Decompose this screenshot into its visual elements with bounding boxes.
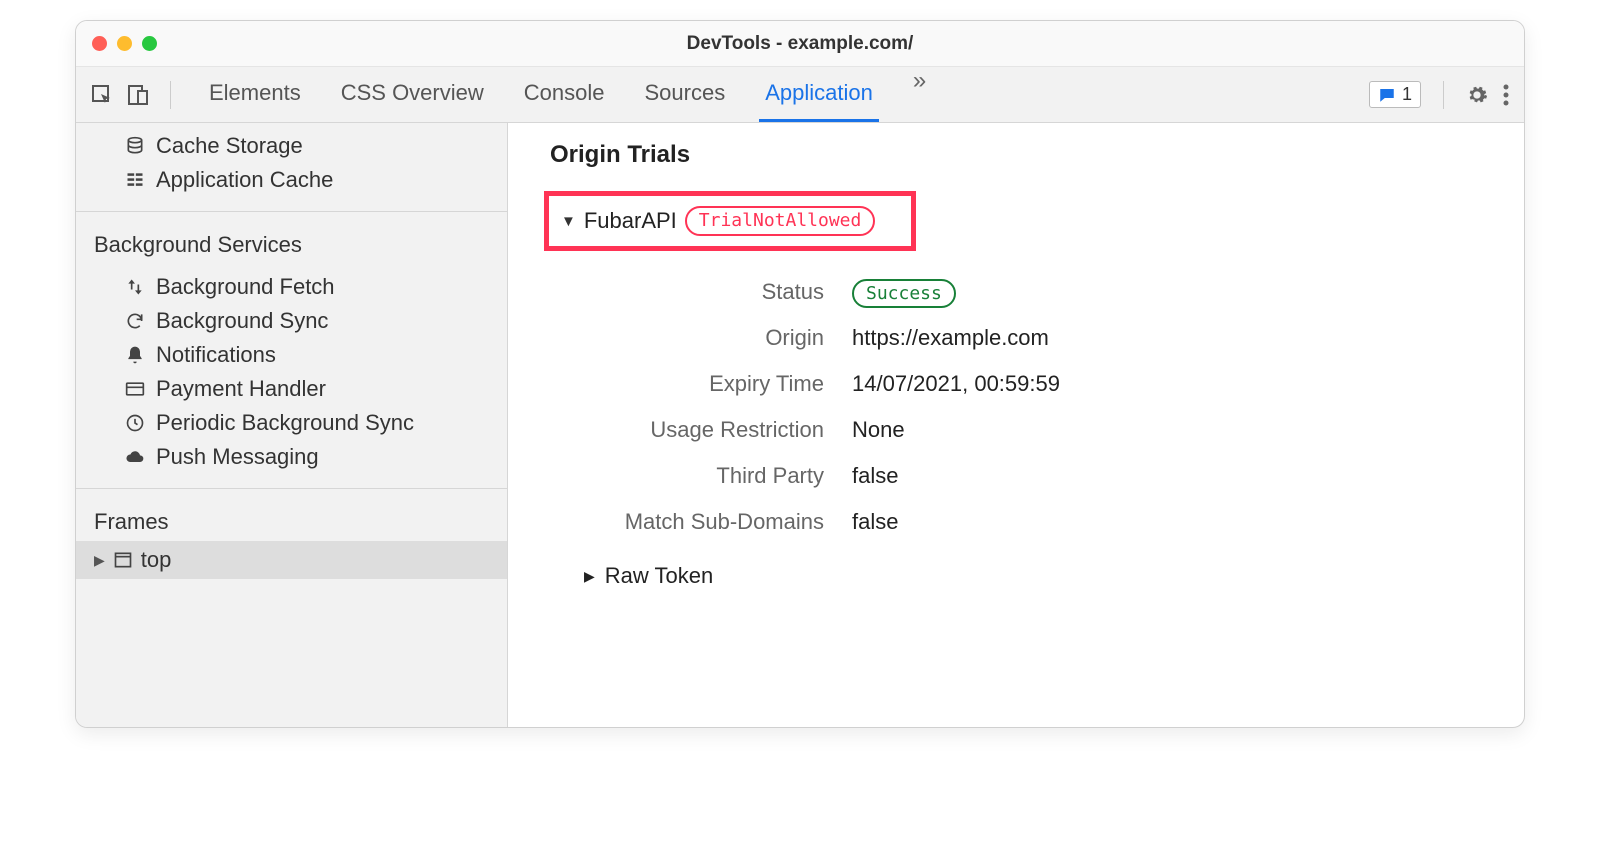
frame-label: top	[141, 547, 172, 573]
detail-key: Match Sub-Domains	[578, 499, 838, 545]
table-row: Usage Restriction None	[578, 407, 1074, 453]
detail-value: Success	[838, 269, 1074, 315]
detail-key: Expiry Time	[578, 361, 838, 407]
chevron-down-icon: ▼	[561, 213, 576, 230]
window-title: DevTools - example.com/	[76, 33, 1524, 55]
origin-trial-name: FubarAPI	[584, 208, 677, 234]
toolbar-divider	[1443, 81, 1444, 109]
tab-elements[interactable]: Elements	[203, 67, 307, 122]
devtools-tabs: Elements CSS Overview Console Sources Ap…	[203, 67, 932, 122]
toolbar-left	[90, 81, 179, 109]
sidebar-separator	[76, 488, 507, 489]
gear-icon[interactable]	[1466, 84, 1488, 106]
detail-key: Status	[578, 269, 838, 315]
card-icon	[124, 378, 146, 400]
minimize-window-button[interactable]	[117, 36, 132, 51]
sidebar-item-label: Application Cache	[156, 167, 333, 193]
detail-value: https://example.com	[838, 315, 1074, 361]
sidebar-separator	[76, 211, 507, 212]
status-badge: Success	[852, 279, 956, 308]
sync-icon	[124, 310, 146, 332]
toolbar-divider	[170, 81, 171, 109]
panel-heading: Origin Trials	[544, 141, 1488, 169]
cloud-icon	[124, 446, 146, 468]
tab-application[interactable]: Application	[759, 67, 879, 122]
sidebar-item-notifications[interactable]: Notifications	[76, 338, 507, 372]
inspect-element-icon[interactable]	[90, 83, 114, 107]
detail-key: Origin	[578, 315, 838, 361]
origin-trial-heading-highlighted[interactable]: ▼ FubarAPI TrialNotAllowed	[544, 191, 916, 251]
trial-status-badge: TrialNotAllowed	[685, 206, 876, 236]
maximize-window-button[interactable]	[142, 36, 157, 51]
sidebar-item-periodic-sync[interactable]: Periodic Background Sync	[76, 406, 507, 440]
sidebar-item-label: Background Sync	[156, 308, 328, 334]
device-toolbar-icon[interactable]	[126, 83, 150, 107]
grid-icon	[124, 169, 146, 191]
window-controls	[92, 36, 157, 51]
titlebar: DevTools - example.com/	[76, 21, 1524, 67]
sidebar-item-label: Background Fetch	[156, 274, 335, 300]
sidebar-item-cache-storage[interactable]: Cache Storage	[76, 129, 507, 163]
table-row: Origin https://example.com	[578, 315, 1074, 361]
sidebar-item-bg-fetch[interactable]: Background Fetch	[76, 270, 507, 304]
sidebar-frames-header: Frames	[76, 497, 507, 541]
trial-details-table: Status Success Origin https://example.co…	[578, 269, 1074, 545]
issues-count: 1	[1402, 84, 1412, 105]
detail-key: Usage Restriction	[578, 407, 838, 453]
toolbar-right: 1	[1369, 81, 1510, 109]
sidebar-item-application-cache[interactable]: Application Cache	[76, 163, 507, 197]
tab-console[interactable]: Console	[518, 67, 611, 122]
detail-key: Third Party	[578, 453, 838, 499]
sidebar: Cache Storage Application Cache Backgrou…	[76, 123, 508, 727]
sidebar-item-bg-sync[interactable]: Background Sync	[76, 304, 507, 338]
table-row: Status Success	[578, 269, 1074, 315]
sidebar-bg-group: Background Fetch Background Sync Notific…	[76, 264, 507, 480]
content-area: Cache Storage Application Cache Backgrou…	[76, 123, 1524, 727]
chat-icon	[1378, 86, 1396, 104]
tabs-overflow-icon[interactable]: »	[907, 67, 932, 122]
detail-value: false	[838, 453, 1074, 499]
main-panel: Origin Trials ▼ FubarAPI TrialNotAllowed…	[508, 123, 1524, 727]
tab-sources[interactable]: Sources	[638, 67, 731, 122]
detail-value: false	[838, 499, 1074, 545]
sidebar-item-payment-handler[interactable]: Payment Handler	[76, 372, 507, 406]
sidebar-bg-header: Background Services	[76, 220, 507, 264]
sidebar-item-label: Notifications	[156, 342, 276, 368]
sidebar-item-push-messaging[interactable]: Push Messaging	[76, 440, 507, 474]
sidebar-item-label: Periodic Background Sync	[156, 410, 414, 436]
devtools-toolbar: Elements CSS Overview Console Sources Ap…	[76, 67, 1524, 123]
sidebar-item-label: Cache Storage	[156, 133, 303, 159]
raw-token-toggle[interactable]: ▶ Raw Token	[584, 563, 1488, 589]
database-icon	[124, 135, 146, 157]
detail-value: 14/07/2021, 00:59:59	[838, 361, 1074, 407]
issues-button[interactable]: 1	[1369, 81, 1421, 108]
bell-icon	[124, 344, 146, 366]
window-icon	[113, 550, 133, 570]
chevron-right-icon: ▶	[94, 552, 105, 569]
sidebar-cache-group: Cache Storage Application Cache	[76, 123, 507, 203]
sidebar-item-label: Payment Handler	[156, 376, 326, 402]
table-row: Expiry Time 14/07/2021, 00:59:59	[578, 361, 1074, 407]
raw-token-label: Raw Token	[605, 563, 713, 589]
chevron-right-icon: ▶	[584, 568, 595, 585]
close-window-button[interactable]	[92, 36, 107, 51]
kebab-menu-icon[interactable]	[1502, 84, 1510, 106]
detail-value: None	[838, 407, 1074, 453]
table-row: Third Party false	[578, 453, 1074, 499]
sidebar-frame-top[interactable]: ▶ top	[76, 541, 507, 579]
devtools-window: DevTools - example.com/ Elements CSS Ove…	[75, 20, 1525, 728]
sidebar-item-label: Push Messaging	[156, 444, 319, 470]
updown-icon	[124, 276, 146, 298]
tab-css-overview[interactable]: CSS Overview	[335, 67, 490, 122]
clock-icon	[124, 412, 146, 434]
table-row: Match Sub-Domains false	[578, 499, 1074, 545]
